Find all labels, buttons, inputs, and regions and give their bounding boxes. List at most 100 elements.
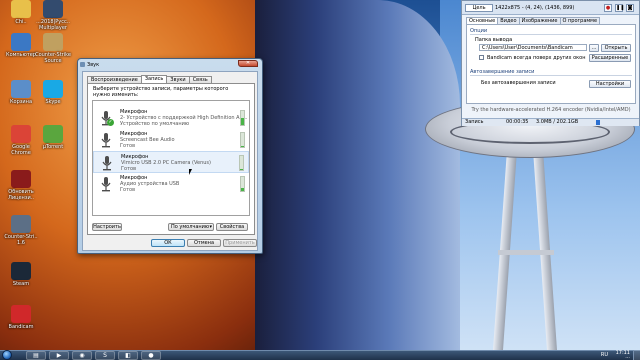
desktop-icon-label: Skype [45,99,61,105]
recycle-bin-icon [11,80,31,98]
bandicam-tabs: Основные Видео Изображение О программе [466,17,601,24]
set-default-label: По умолчанию [171,224,210,230]
screencast-icon[interactable]: ◧ [118,351,138,360]
dialog-title: Звук [87,62,100,68]
device-state: Устройство по умолчанию [120,121,190,127]
desktop-icon[interactable]: Skype [35,80,71,105]
tab-general[interactable]: Основные [466,17,499,24]
cs-icon [43,33,63,51]
tab-bar: Воспроизведение Запись Звуки Связь [87,75,212,83]
recording-panel: Выберите устройство записи, параметры ко… [87,83,255,235]
status-label: Запись [465,119,484,125]
folder-icon [11,0,31,18]
desktop-icon[interactable]: Steam [3,262,39,287]
dialog-body: Воспроизведение Запись Звуки Связь Выбер… [82,71,258,251]
tab-about[interactable]: О программе [559,17,601,24]
desktop-icon-label: Steam [12,281,30,287]
device-row[interactable]: Микрофон Vimicro USB 2.0 PC Camera (Venus… [93,151,249,173]
divider [470,75,632,76]
default-check-icon: ✓ [107,119,114,126]
browse-button[interactable]: ... [589,44,599,52]
desktop-icon-label: Компьютер [6,52,36,58]
desktop-icon-label: Counter-Stri.. 1.6 [4,234,38,246]
explorer-icon[interactable]: ▤ [26,351,46,360]
desktop-icon-label: Обновить Лицензи.. [8,189,34,201]
cancel-button[interactable]: Отмена [187,239,221,247]
level-meter-fill [240,168,243,170]
level-meter [240,110,245,126]
set-default-button[interactable]: По умолчанию ▾ [168,223,214,231]
record-icon[interactable]: ● [604,4,612,12]
tab-sounds[interactable]: Звуки [166,76,190,83]
steam-icon [11,262,31,280]
target-button[interactable]: Цель [465,4,493,12]
media-player-icon[interactable]: ▶ [49,351,69,360]
output-folder-field[interactable]: C:\Users\User\Documents\Bandicam [479,44,587,51]
desktop-icon[interactable]: Обновить Лицензи.. [3,170,39,201]
desktop-icon[interactable]: Chi.. [3,0,39,25]
encoder-hint-link[interactable]: Try the hardware-accelerated H.264 encod… [466,107,636,113]
show-desktop-button[interactable] [633,350,640,360]
start-button[interactable] [2,350,12,360]
configure-button[interactable]: Настроить [92,223,122,231]
sound-dialog: Звук ✕ Воспроизведение Запись Звуки Связ… [77,58,263,254]
device-row[interactable]: Микрофон Аудио устройства USB Готов [93,173,249,195]
advanced-button[interactable]: Расширенные [589,54,631,62]
desktop-icon[interactable]: Counter-Stri.. 1.6 [3,215,39,246]
status-indicator-icon [596,120,600,125]
tab-video[interactable]: Видео [497,17,520,24]
pause-icon[interactable]: ❚❚ [615,4,624,12]
desktop-icon[interactable]: Google Chrome [3,125,39,156]
wallpaper-building [255,0,460,350]
recording-time: 00:00:35 [506,119,529,125]
device-row[interactable]: ✓ Микрофон 2- Устройство с поддержкой High… [93,107,249,129]
open-folder-button[interactable]: Открыть [601,44,631,52]
system-tray: 17:11 ... [616,351,630,360]
computer-icon [11,33,31,51]
resolution-readout: 1422x875 - (4, 24), (1436, 899) [495,5,575,11]
desktop-icon[interactable]: Counter-Strike Source [35,33,71,64]
device-state: Готов [120,143,136,149]
desktop-icon[interactable]: µTorrent [35,125,71,150]
bandicam-icon [11,305,31,323]
desktop-icon[interactable]: Bandicam [3,305,39,330]
tab-communications[interactable]: Связь [188,76,212,83]
language-indicator[interactable]: RU [601,352,608,358]
divider [470,34,632,35]
device-list[interactable]: ✓ Микрофон 2- Устройство с поддержкой High… [92,100,250,216]
device-state: Готов [121,166,137,172]
output-folder-label: Папка вывода [475,37,513,43]
desktop-icon-label: Google Chrome [11,144,31,156]
autocomplete-settings-button[interactable]: Настройки [589,80,631,88]
level-meter-fill [241,145,244,147]
close-button[interactable]: ✕ [238,60,258,67]
desktop-icon[interactable]: Корзина [3,80,39,105]
firefox-icon[interactable]: ◉ [72,351,92,360]
camera-icon[interactable]: ◙ [626,4,634,12]
tab-image[interactable]: Изображение [518,17,561,24]
tab-recording[interactable]: Запись [140,75,168,83]
desktop-icon-label: Корзина [9,99,33,105]
desktop-icon[interactable]: ...2018|Русс.. Multiplayer [35,0,71,31]
skype-icon[interactable]: S [95,351,115,360]
desktop-icon-label: Chi.. [15,19,27,25]
apply-button[interactable]: Применить [223,239,257,247]
desktop-icon-label: µTorrent [42,144,64,150]
microphone-icon [97,131,115,149]
update-icon [11,170,31,188]
bandicam-icon[interactable]: ● [141,351,161,360]
tab-playback[interactable]: Воспроизведение [87,76,142,83]
autocomplete-value: Без автозавершения записи [479,80,587,87]
desktop-icon[interactable]: Компьютер [3,33,39,58]
device-state: Готов [120,187,136,193]
microphone-icon: ✓ [97,109,115,127]
level-meter [240,132,245,148]
device-row[interactable]: Микрофон Screencast Bee Audio Готов [93,129,249,151]
microphone-icon [97,175,115,193]
always-on-top-checkbox[interactable] [479,55,484,60]
bandicam-status-bar: Запись 00:00:35 3.0MB / 202.1GB [462,118,639,126]
ok-button[interactable]: ОК [151,239,185,247]
properties-button[interactable]: Свойства [216,223,248,231]
bandicam-toolbar: Цель 1422x875 - (4, 24), (1436, 899) ● ❚… [462,1,639,15]
level-meter-fill [241,118,244,125]
